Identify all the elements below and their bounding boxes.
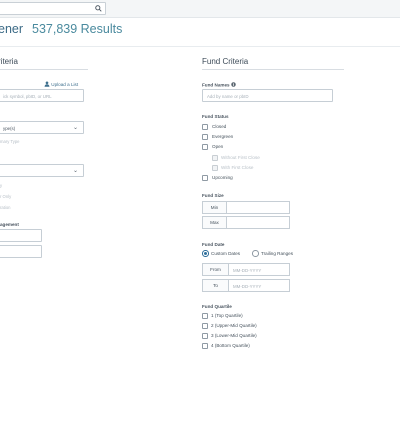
open-without-first-close-label: Without First Close (221, 155, 260, 160)
management-max-input[interactable] (0, 245, 42, 258)
search-icon[interactable] (95, 5, 102, 12)
identifier-input[interactable]: ick symbol, pbID, or URL (0, 89, 84, 102)
quartile-1-checkbox[interactable] (202, 313, 208, 319)
upload-list-label: Upload a List (51, 82, 79, 87)
fund-size-label: Fund Size (202, 193, 224, 198)
fund-size-min-caption: Min (203, 202, 227, 213)
secondary-select[interactable]: ⌄ (0, 164, 84, 177)
top-bar (0, 0, 400, 18)
open-with-first-close-label: With First Close (221, 165, 254, 170)
date-to-caption: To (203, 280, 229, 291)
status-evergreen-checkbox[interactable] (202, 134, 208, 140)
fund-size-max-input[interactable]: Max (202, 216, 290, 229)
left-faint-option-3: ration (0, 205, 11, 210)
date-to-input[interactable]: To MM-DD-YYYY (202, 279, 290, 292)
type-select[interactable]: ype(s) ⌄ (0, 121, 84, 134)
open-without-first-close-checkbox (212, 155, 218, 161)
date-from-placeholder: MM-DD-YYYY (233, 267, 262, 273)
chevron-down-icon: ⌄ (72, 125, 78, 131)
quartile-2-label: 2 (Upper-Mid Quartile) (211, 323, 257, 328)
left-section-title: riteria (0, 57, 19, 66)
fund-size-max-caption: Max (203, 217, 227, 228)
title-row: ener 537,839 Results (0, 22, 400, 44)
quartile-1-label: 1 (Top Quartile) (211, 313, 243, 318)
status-upcoming-label: Upcoming (212, 175, 233, 180)
fund-names-label: Fund Names (202, 82, 236, 88)
trailing-ranges-label: Trailing Ranges (261, 251, 294, 256)
quartile-4-checkbox[interactable] (202, 343, 208, 349)
fund-quartile-label: Fund Quartile (202, 304, 232, 309)
management-label: agement (0, 222, 19, 227)
page-title: ener (0, 22, 24, 36)
user-icon (44, 81, 50, 87)
results-count: 537,839 Results (32, 22, 123, 36)
quartile-2-checkbox[interactable] (202, 323, 208, 329)
fund-section-rule (202, 69, 344, 70)
upload-list-link[interactable]: Upload a List (44, 81, 78, 87)
quartile-3-checkbox[interactable] (202, 333, 208, 339)
left-faint-option-2: r Only (0, 194, 12, 199)
fund-names-placeholder: Add by name or pbID (207, 93, 249, 99)
quartile-3-label: 3 (Lower-Mid Quartile) (211, 333, 257, 338)
management-min-input[interactable] (0, 229, 42, 242)
date-from-input[interactable]: From MM-DD-YYYY (202, 263, 290, 276)
identifier-placeholder: ick symbol, pbID, or URL (3, 93, 52, 99)
search-input[interactable] (0, 2, 106, 15)
status-open-checkbox[interactable] (202, 144, 208, 150)
fund-date-label: Fund Date (202, 242, 225, 247)
type-hint: mary Type (0, 139, 20, 144)
status-open-label: Open (212, 144, 224, 149)
fund-names-label-text: Fund Names (202, 82, 230, 88)
left-section-rule (0, 69, 88, 70)
fund-size-min-input[interactable]: Min (202, 201, 290, 214)
chevron-down-icon: ⌄ (72, 168, 78, 174)
status-evergreen-label: Evergreen (212, 134, 234, 139)
custom-dates-radio[interactable] (202, 250, 209, 257)
type-select-value: ype(s) (3, 125, 16, 131)
info-icon[interactable] (231, 82, 236, 87)
date-to-placeholder: MM-DD-YYYY (233, 283, 262, 289)
status-closed-checkbox[interactable] (202, 124, 208, 130)
fund-section-title: Fund Criteria (202, 57, 249, 66)
quartile-4-label: 4 (Bottom Quartile) (211, 343, 250, 348)
fund-status-label: Fund Status (202, 114, 229, 119)
status-upcoming-checkbox[interactable] (202, 175, 208, 181)
custom-dates-label: Custom Dates (211, 251, 241, 256)
status-closed-label: Closed (212, 124, 227, 129)
left-faint-option-1: y (0, 183, 3, 188)
open-with-first-close-checkbox (212, 165, 218, 171)
header-divider (0, 46, 400, 47)
trailing-ranges-radio[interactable] (252, 250, 259, 257)
date-from-caption: From (203, 264, 229, 275)
fund-names-input[interactable]: Add by name or pbID (202, 89, 333, 102)
